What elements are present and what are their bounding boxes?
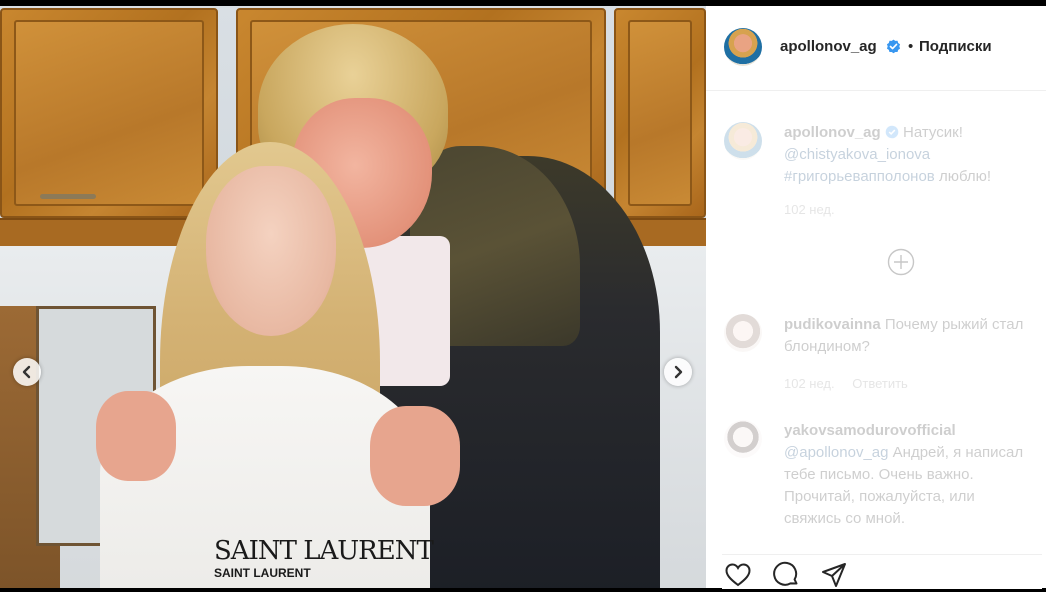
cabinet <box>0 8 218 218</box>
caption-mention[interactable]: @chistyakova_ionova <box>784 146 930 163</box>
comment-username[interactable]: yakovsamodurovofficial <box>784 422 956 439</box>
caption: apollonov_ag Натусик! @chistyakova_ionov… <box>724 122 1034 242</box>
action-bar <box>722 554 1042 589</box>
post-header: apollonov_ag • Подписки <box>706 6 1046 91</box>
caption-body: apollonov_ag Натусик! @chistyakova_ionov… <box>784 122 1034 188</box>
reply-button[interactable]: Ответить <box>852 376 908 391</box>
caption-time[interactable]: 102 нед. <box>784 202 835 217</box>
comment-body: yakovsamodurovofficial @apollonov_ag Анд… <box>784 420 1034 530</box>
caption-hashtag[interactable]: #григорьевапполонов <box>784 168 935 185</box>
caption-username[interactable]: apollonov_ag <box>784 124 881 141</box>
cabinet-handle <box>40 194 96 199</box>
comment-time[interactable]: 102 нед. <box>784 376 835 391</box>
following-button[interactable]: Подписки <box>919 38 992 55</box>
sweater-print: SAINT LAURENT SAINT LAURENT <box>214 536 434 580</box>
comment-meta: 102 нед. Ответить <box>784 376 922 391</box>
comment-icon <box>773 561 798 586</box>
cabinet <box>614 8 706 218</box>
paper-plane-icon <box>822 563 846 587</box>
comment-body: pudikovainna Почему рыжий стал блондином… <box>784 314 1034 358</box>
avatar[interactable] <box>724 122 762 160</box>
post-sidebar: apollonov_ag • Подписки apollonov_ag Нат… <box>706 6 1046 589</box>
verified-badge-icon <box>885 125 899 139</box>
separator-dot: • <box>908 38 914 55</box>
chevron-left-icon <box>22 365 31 379</box>
comment: yakovsamodurovofficial @apollonov_ag Анд… <box>724 420 1034 540</box>
comment: pudikovainna Почему рыжий стал блондином… <box>724 314 1034 404</box>
plus-circle-icon[interactable] <box>887 248 915 276</box>
share-button[interactable] <box>820 561 848 589</box>
verified-badge-icon <box>886 39 901 54</box>
avatar[interactable] <box>724 420 762 458</box>
hand <box>96 391 176 481</box>
comment-button[interactable] <box>772 561 800 589</box>
prev-photo-button[interactable] <box>13 358 41 386</box>
caption-meta: 102 нед. <box>784 202 849 217</box>
avatar[interactable] <box>724 314 762 352</box>
sweater-logo-text: SAINT LAURENT <box>214 536 434 566</box>
caption-text: Натусик! <box>903 124 963 141</box>
next-photo-button[interactable] <box>664 358 692 386</box>
post-photo[interactable]: SAINT LAURENT SAINT LAURENT <box>0 6 706 588</box>
comment-username[interactable]: pudikovainna <box>784 316 881 333</box>
heart-icon <box>725 563 751 587</box>
like-button[interactable] <box>724 561 752 589</box>
caption-text: люблю! <box>938 168 992 185</box>
comment-mention[interactable]: @apollonov_ag <box>784 444 888 461</box>
woman-face <box>206 166 336 336</box>
sweater-small-text: SAINT LAURENT <box>214 566 311 580</box>
post-username[interactable]: apollonov_ag <box>780 38 877 55</box>
chevron-right-icon <box>674 365 683 379</box>
avatar[interactable] <box>724 28 762 66</box>
hand <box>370 406 460 506</box>
